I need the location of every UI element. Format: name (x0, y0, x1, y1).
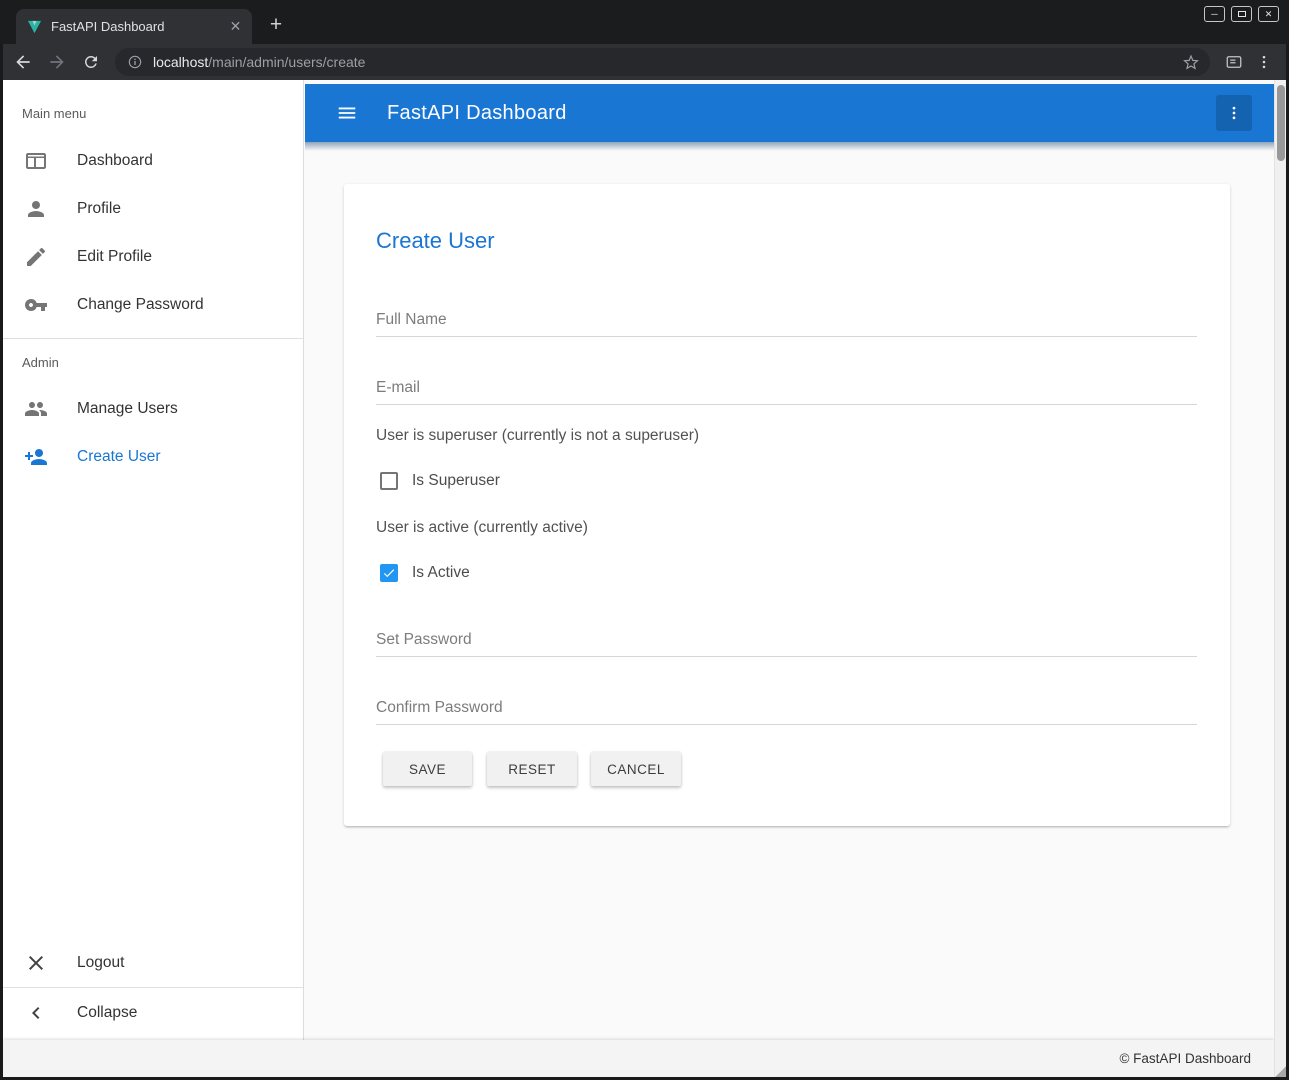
page-title: Create User (376, 228, 495, 254)
person-icon (24, 197, 48, 221)
forward-button[interactable] (43, 48, 71, 76)
sidebar-item-label: Manage Users (77, 400, 178, 418)
window-controls: ─ ✕ (1204, 6, 1279, 22)
url-path: /main/admin/users/create (208, 54, 365, 70)
browser-toolbar: localhost/main/admin/users/create (3, 44, 1286, 80)
minimize-button[interactable]: ─ (1204, 6, 1225, 22)
sidebar-item-profile[interactable]: Profile (3, 185, 303, 233)
create-user-card: Create User Full Name E-mail User is sup… (344, 184, 1230, 826)
sidebar-item-label: Collapse (77, 1004, 137, 1022)
sidebar-item-label: Create User (77, 448, 161, 466)
people-icon (24, 397, 48, 421)
tab-title: FastAPI Dashboard (51, 19, 227, 34)
tab-close-icon[interactable]: ✕ (227, 18, 244, 35)
sidebar-item-logout[interactable]: Logout (3, 939, 303, 987)
person-add-icon (24, 445, 48, 469)
save-button[interactable]: SAVE (383, 752, 472, 786)
sidebar-item-label: Edit Profile (77, 248, 152, 266)
close-button[interactable]: ✕ (1258, 6, 1279, 22)
maximize-icon (1238, 11, 1246, 17)
chevron-left-icon (24, 1001, 48, 1025)
email-field[interactable]: E-mail (376, 379, 1197, 405)
full-name-placeholder: Full Name (376, 311, 447, 329)
page-footer: © FastAPI Dashboard (3, 1040, 1274, 1077)
maximize-button[interactable] (1231, 6, 1252, 22)
sidebar-divider (3, 338, 303, 339)
sidebar-item-label: Logout (77, 954, 124, 972)
active-hint: User is active (currently active) (376, 519, 588, 537)
site-info-icon[interactable] (127, 54, 143, 70)
confirm-password-placeholder: Confirm Password (376, 699, 503, 717)
back-icon (13, 52, 33, 72)
sidebar: Main menu Dashboard Profile Edit Profile (3, 80, 304, 1040)
appbar-shadow (305, 142, 1274, 151)
sidebar-item-edit-profile[interactable]: Edit Profile (3, 233, 303, 281)
browser-window: FastAPI Dashboard ✕ + ─ ✕ localhost/main… (0, 0, 1289, 1080)
browser-tab[interactable]: FastAPI Dashboard ✕ (16, 9, 252, 44)
refresh-icon (82, 53, 100, 71)
refresh-button[interactable] (77, 48, 105, 76)
checkbox-label: Is Superuser (412, 472, 500, 490)
browser-menu-button[interactable] (1250, 48, 1278, 76)
resize-grip (1274, 1065, 1286, 1077)
dashboard-icon (24, 149, 48, 173)
url-host: localhost (153, 54, 208, 70)
hamburger-icon (336, 102, 358, 124)
sidebar-section-main-menu: Main menu (22, 106, 86, 121)
favicon-icon (27, 19, 42, 34)
toolbar-right (1218, 48, 1278, 76)
scrollbar-thumb[interactable] (1277, 85, 1285, 161)
sidebar-item-create-user[interactable]: Create User (3, 433, 303, 481)
set-password-placeholder: Set Password (376, 631, 472, 649)
back-button[interactable] (9, 48, 37, 76)
set-password-field[interactable]: Set Password (376, 631, 1197, 657)
url-bar[interactable]: localhost/main/admin/users/create (115, 48, 1210, 76)
reset-button[interactable]: RESET (487, 752, 577, 786)
is-superuser-checkbox[interactable]: Is Superuser (380, 472, 500, 490)
page-scrollbar[interactable] (1274, 80, 1286, 1077)
main-area: FastAPI Dashboard Create User Full Name … (305, 80, 1274, 1040)
content-area: Create User Full Name E-mail User is sup… (305, 142, 1274, 1040)
checkbox-label: Is Active (412, 564, 470, 582)
app-bar: FastAPI Dashboard (305, 84, 1274, 142)
kebab-menu-icon (1255, 53, 1273, 71)
side-panel-icon (1225, 53, 1243, 71)
email-placeholder: E-mail (376, 379, 420, 397)
browser-titlebar: FastAPI Dashboard ✕ + ─ ✕ (0, 0, 1289, 44)
is-active-checkbox[interactable]: Is Active (380, 564, 470, 582)
sidebar-collapse-button[interactable]: Collapse (3, 988, 303, 1038)
appbar-menu-button[interactable] (1216, 95, 1252, 131)
appbar-kebab-icon (1225, 104, 1243, 122)
sidebar-item-manage-users[interactable]: Manage Users (3, 385, 303, 433)
superuser-hint: User is superuser (currently is not a su… (376, 427, 699, 445)
sidebar-item-label: Profile (77, 200, 121, 218)
sidebar-item-dashboard[interactable]: Dashboard (3, 137, 303, 185)
forward-icon (47, 52, 67, 72)
sidebar-item-label: Dashboard (77, 152, 153, 170)
new-tab-button[interactable]: + (263, 13, 289, 39)
hamburger-menu-button[interactable] (329, 95, 365, 131)
page: Main menu Dashboard Profile Edit Profile (3, 80, 1286, 1077)
checkbox-icon (380, 564, 398, 582)
key-icon (24, 293, 48, 317)
url-text[interactable]: localhost/main/admin/users/create (153, 54, 1182, 70)
checkbox-icon (380, 472, 398, 490)
appbar-title: FastAPI Dashboard (387, 102, 567, 125)
sidebar-section-admin: Admin (22, 355, 59, 370)
side-panel-button[interactable] (1220, 48, 1248, 76)
logout-x-icon (24, 951, 48, 975)
bookmark-star-icon[interactable] (1182, 53, 1200, 71)
confirm-password-field[interactable]: Confirm Password (376, 699, 1197, 725)
sidebar-item-label: Change Password (77, 296, 204, 314)
footer-copyright: © FastAPI Dashboard (1119, 1051, 1251, 1066)
sidebar-item-change-password[interactable]: Change Password (3, 281, 303, 329)
cancel-button[interactable]: CANCEL (591, 752, 681, 786)
full-name-field[interactable]: Full Name (376, 311, 1197, 337)
pencil-icon (24, 245, 48, 269)
